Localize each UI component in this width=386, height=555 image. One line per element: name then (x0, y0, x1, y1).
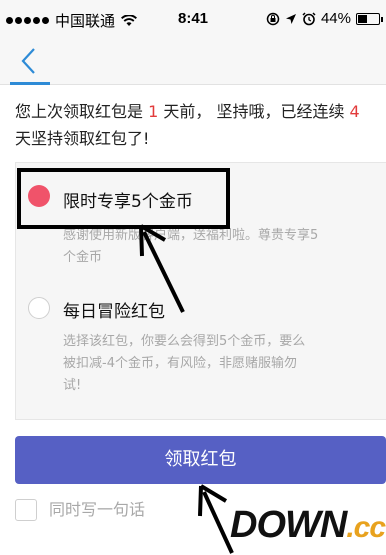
down-cc-watermark: DOWN.cc (222, 500, 386, 555)
option-2-radio[interactable] (28, 297, 50, 319)
streak-line-2: 天坚持领取红包了! (15, 129, 150, 148)
status-right: 44% (266, 10, 383, 27)
streak-line-1: 您上次领取红包是 1 天前， 坚持哦，已经连续 4 (15, 98, 386, 125)
option-1-desc-line-2: 个金币 (63, 250, 103, 265)
streak-message: 您上次领取红包是 1 天前， 坚持哦，已经连续 4 天坚持领取红包了! (15, 98, 386, 152)
nav-bar (0, 40, 386, 85)
write-message-label[interactable]: 同时写一句话 (49, 499, 145, 521)
option-2-desc: 选择该红包，你要么会得到5个金币，要么 被扣减-4个金币，有风险，非愿赌服输勿 … (63, 331, 305, 397)
annotation-highlight-box (17, 168, 230, 229)
write-message-checkbox[interactable] (15, 499, 37, 521)
intro-text-1: 您上次领取红包是 (15, 102, 149, 121)
watermark-main: DOWN (230, 504, 347, 546)
location-arrow-icon (285, 13, 296, 24)
option-2-desc-line-3: 试! (63, 378, 82, 393)
intro-text-2: 天前， 坚持哦，已经连续 (158, 102, 350, 121)
option-2-desc-line-2: 被扣减-4个金币，有风险，非愿赌服输勿 (63, 356, 297, 371)
battery-percent: 44% (320, 10, 351, 27)
rotation-lock-icon (266, 12, 280, 25)
streak-number: 4 (349, 102, 360, 121)
alarm-clock-icon (302, 11, 316, 25)
back-button[interactable] (0, 40, 60, 85)
days-ago-number: 1 (148, 102, 159, 121)
option-2-title[interactable]: 每日冒险红包 (63, 297, 165, 322)
status-bar: 中国联通 8:41 44% (0, 0, 386, 40)
watermark-suffix: .cc (346, 511, 386, 544)
watermark-text: DOWN.cc (230, 504, 386, 547)
battery-icon (356, 12, 383, 25)
option-1-desc: 感谢使用新版客户端，送福利啦。尊贵专享5 个金币 (63, 225, 318, 269)
claim-red-packet-button[interactable]: 领取红包 (15, 436, 386, 484)
option-2-desc-line-1: 选择该红包，你要么会得到5个金币，要么 (63, 334, 306, 349)
active-underline (10, 82, 50, 85)
chevron-left-icon (21, 48, 35, 74)
